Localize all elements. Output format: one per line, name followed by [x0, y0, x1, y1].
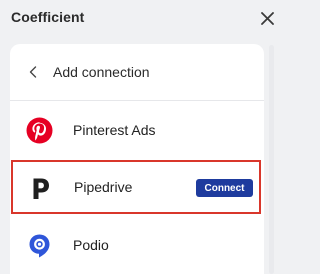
connection-item-pinterest-ads[interactable]: Pinterest Ads	[10, 102, 264, 159]
pinterest-icon	[26, 117, 53, 144]
close-button[interactable]	[258, 9, 276, 27]
top-bar: Coefficient	[0, 0, 287, 38]
panel-title: Add connection	[53, 64, 150, 80]
chevron-left-icon	[29, 66, 37, 78]
scrollbar-thumb[interactable]	[269, 45, 274, 274]
back-button[interactable]	[26, 64, 40, 80]
connection-label: Pipedrive	[74, 179, 133, 195]
podio-icon	[29, 234, 50, 258]
app-window: Coefficient Add connection Pinterest Ads	[0, 0, 287, 274]
connection-item-podio[interactable]: Podio	[10, 217, 264, 274]
panel-header: Add connection	[10, 44, 264, 101]
close-icon	[260, 11, 274, 25]
app-title: Coefficient	[11, 9, 85, 25]
connection-item-pipedrive[interactable]: Pipedrive Connect	[11, 160, 261, 214]
connect-button[interactable]: Connect	[196, 179, 253, 197]
connections-panel: Add connection Pinterest Ads Pipedrive C…	[10, 44, 264, 274]
pipedrive-icon	[33, 178, 49, 199]
connection-label: Pinterest Ads	[73, 122, 156, 138]
connection-label: Podio	[73, 237, 109, 253]
